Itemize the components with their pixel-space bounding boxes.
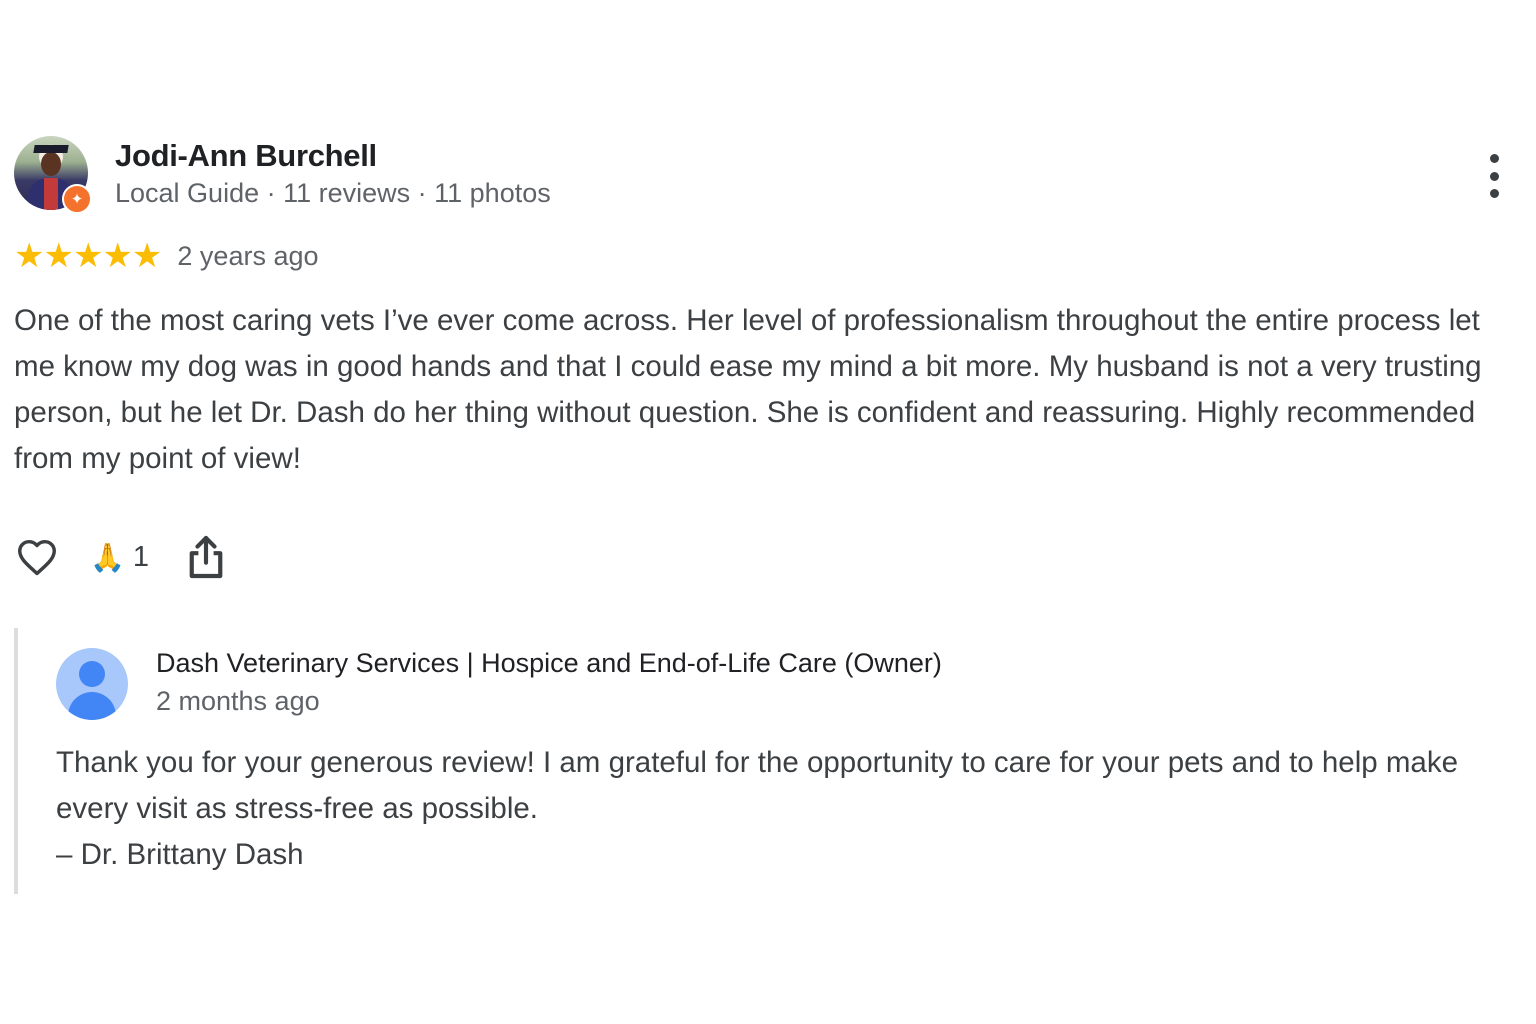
reaction-count: 1 bbox=[132, 540, 150, 573]
avatar-face-shape bbox=[41, 152, 61, 176]
avatar-body-shape bbox=[68, 692, 116, 720]
local-guide-star-icon: ✦ bbox=[62, 184, 92, 214]
more-options-icon[interactable] bbox=[1482, 154, 1506, 198]
reaction-button[interactable]: 🙏 1 bbox=[90, 541, 149, 574]
reviewer-name[interactable]: Jodi-Ann Burchell bbox=[115, 138, 377, 174]
owner-response-date: 2 months ago bbox=[156, 686, 320, 716]
review-actions: 🙏 1 bbox=[14, 532, 225, 582]
reviewer-avatar[interactable]: ✦ bbox=[14, 136, 92, 214]
menu-dot bbox=[1489, 171, 1499, 181]
menu-dot bbox=[1489, 154, 1499, 163]
owner-response-text: Thank you for your generous review! I am… bbox=[56, 740, 1516, 878]
reviewer-meta: Local Guide · 11 reviews · 11 photos bbox=[115, 178, 551, 208]
owner-response: Dash Veterinary Services | Hospice and E… bbox=[14, 628, 1526, 894]
reviewer-header: ✦ Jodi-Ann Burchell Local Guide · 11 rev… bbox=[14, 136, 1522, 216]
review-page: ✦ Jodi-Ann Burchell Local Guide · 11 rev… bbox=[0, 0, 1536, 1024]
review-text: One of the most caring vets I’ve ever co… bbox=[14, 304, 1482, 475]
heart-outline-icon[interactable] bbox=[14, 534, 60, 580]
owner-response-message: Thank you for your generous review! I am… bbox=[56, 746, 1458, 825]
avatar-stole-shape bbox=[44, 178, 58, 210]
star-rating: ★★★★★ bbox=[14, 236, 162, 276]
rating-row: ★★★★★ 2 years ago bbox=[14, 236, 319, 276]
praying-hands-icon: 🙏 bbox=[90, 540, 125, 574]
review-card: ✦ Jodi-Ann Burchell Local Guide · 11 rev… bbox=[14, 136, 1522, 579]
owner-name: Dash Veterinary Services | Hospice and E… bbox=[156, 648, 942, 678]
share-icon[interactable] bbox=[187, 534, 225, 580]
owner-response-signature: – Dr. Brittany Dash bbox=[56, 838, 304, 871]
avatar-head-shape bbox=[79, 661, 105, 687]
avatar-cap-shape bbox=[33, 145, 69, 153]
default-user-icon bbox=[56, 648, 128, 720]
menu-dot bbox=[1489, 189, 1499, 198]
review-date: 2 years ago bbox=[177, 240, 319, 271]
